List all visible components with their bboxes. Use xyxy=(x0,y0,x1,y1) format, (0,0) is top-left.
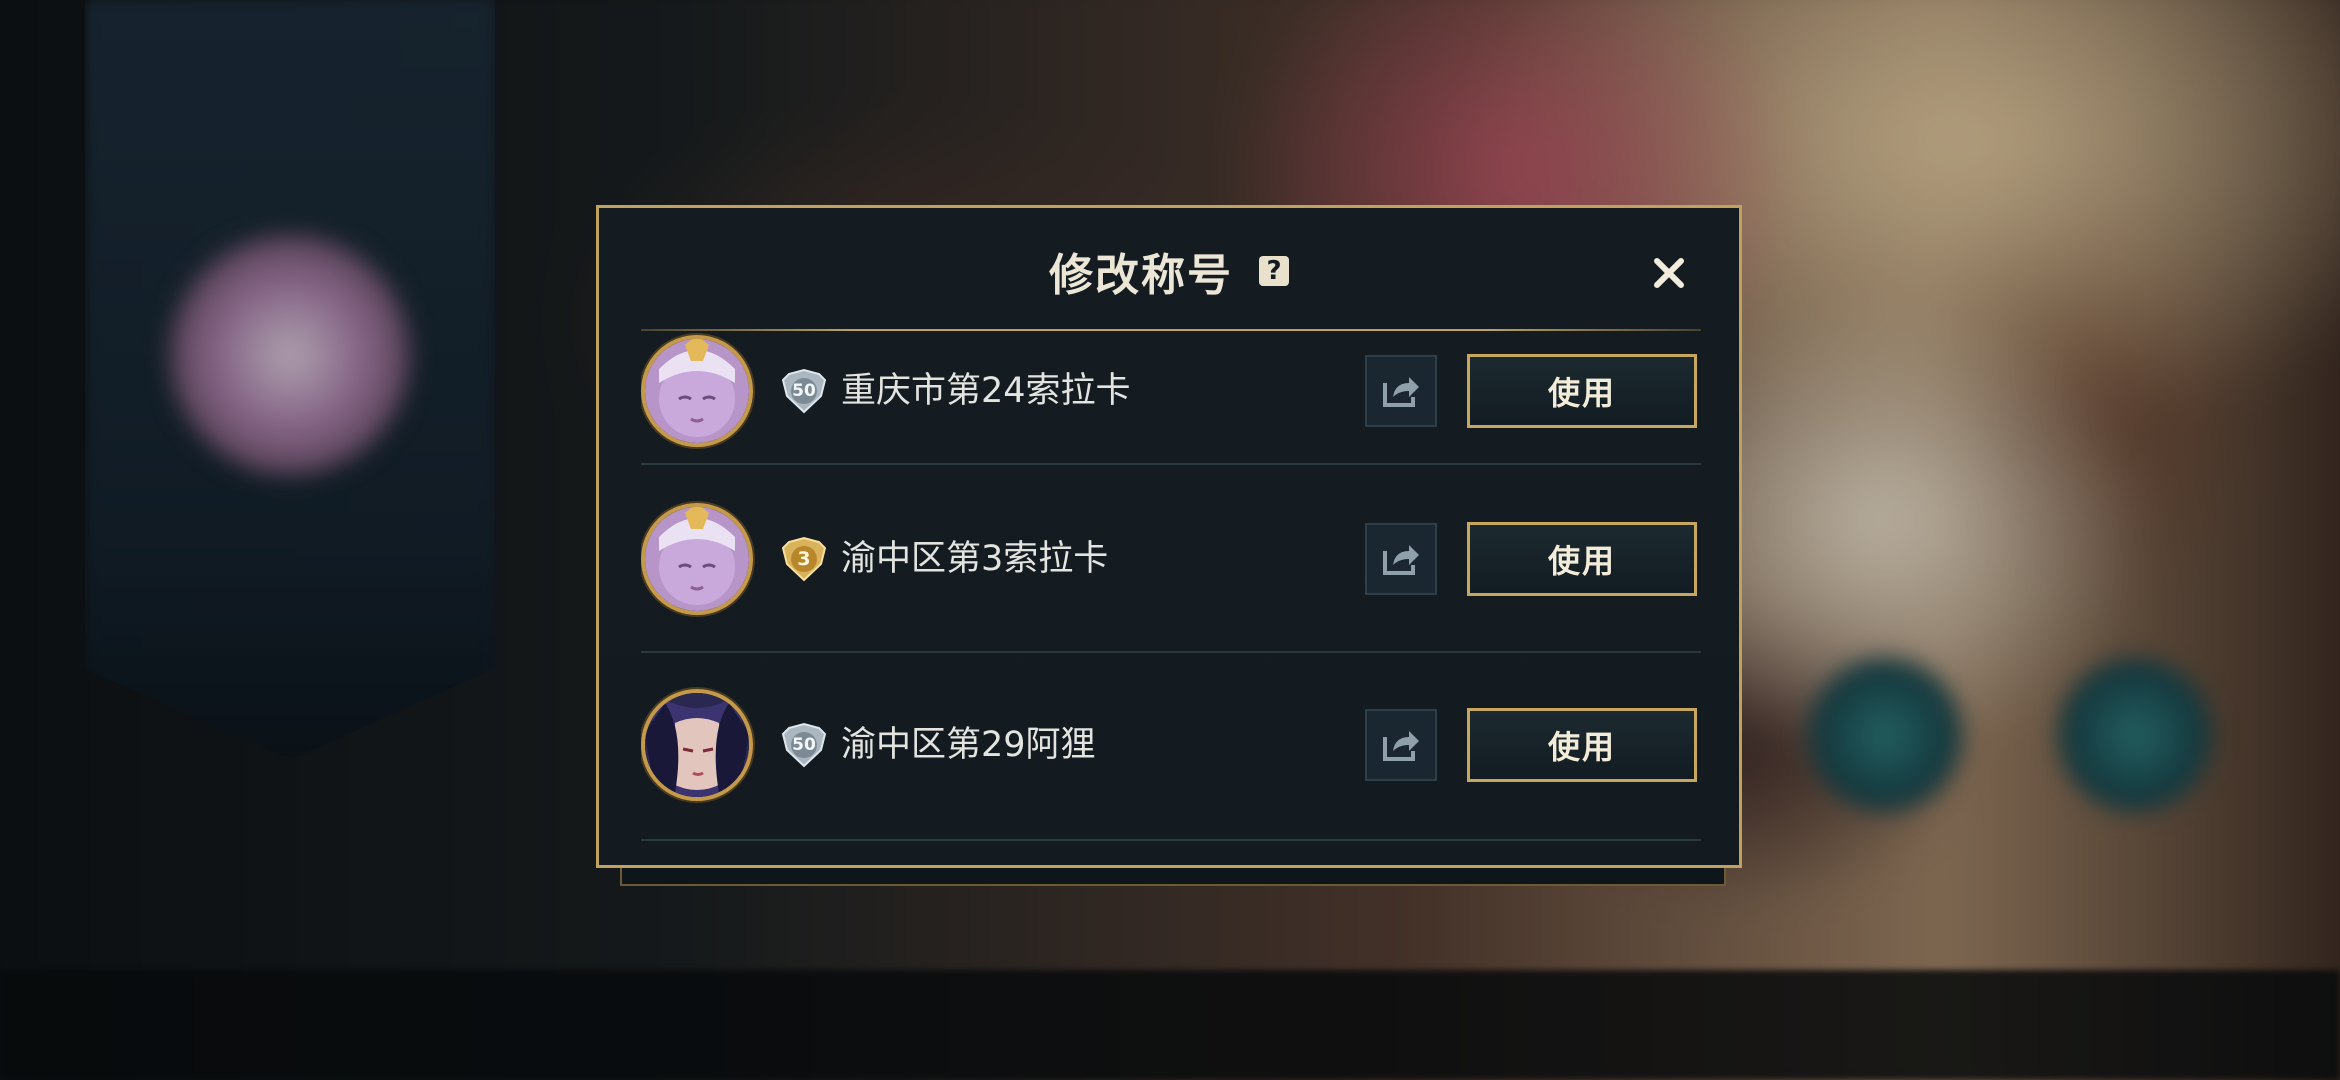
ahri-avatar xyxy=(641,689,753,801)
badge-number: 50 xyxy=(792,381,816,401)
soraka-avatar xyxy=(641,335,753,447)
title-text: 渝中区第3索拉卡 xyxy=(841,539,1109,579)
share-button[interactable] xyxy=(1365,355,1437,427)
edit-title-dialog: 修改称号 ? 50 重庆市第24索拉卡 使用 3 渝中区第3索拉卡 使用 50 … xyxy=(596,205,1742,868)
close-icon xyxy=(1654,258,1684,288)
dialog-title: 修改称号 xyxy=(1049,250,1233,301)
use-button[interactable]: 使用 xyxy=(1467,708,1697,782)
list-item: 50 重庆市第24索拉卡 使用 xyxy=(641,331,1701,465)
soraka-avatar xyxy=(641,503,753,615)
badge-number: 3 xyxy=(797,548,811,570)
use-button[interactable]: 使用 xyxy=(1467,354,1697,428)
title-list[interactable]: 50 重庆市第24索拉卡 使用 3 渝中区第3索拉卡 使用 50 渝中区第29阿… xyxy=(641,331,1701,841)
help-icon[interactable]: ? xyxy=(1259,256,1289,286)
title-text: 渝中区第29阿狸 xyxy=(841,725,1096,765)
dialog-header: 修改称号 ? xyxy=(599,238,1739,304)
share-button[interactable] xyxy=(1365,523,1437,595)
row-divider xyxy=(641,839,1701,841)
share-icon xyxy=(1383,377,1419,407)
use-button[interactable]: 使用 xyxy=(1467,522,1697,596)
list-item: 50 渝中区第29阿狸 使用 xyxy=(641,653,1701,841)
list-item: 3 渝中区第3索拉卡 使用 xyxy=(641,465,1701,653)
share-button[interactable] xyxy=(1365,709,1437,781)
badge-number: 50 xyxy=(792,735,816,755)
share-icon xyxy=(1383,731,1419,761)
share-icon xyxy=(1383,545,1419,575)
title-text: 重庆市第24索拉卡 xyxy=(841,371,1131,411)
close-button[interactable] xyxy=(1639,243,1699,303)
